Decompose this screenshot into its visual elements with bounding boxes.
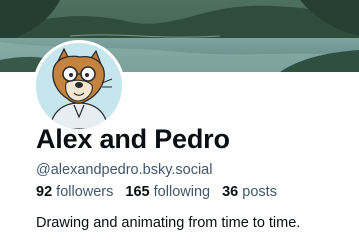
followers-count: 92: [36, 184, 53, 200]
profile-avatar[interactable]: [33, 40, 125, 132]
fox-avatar-image: [36, 43, 122, 129]
followers-label: followers: [56, 184, 114, 200]
profile-handle[interactable]: @alexandpedro.bsky.social: [36, 162, 212, 178]
profile-stats: 92 followers 165 following 36 posts: [36, 184, 277, 200]
following-stat[interactable]: 165 following: [125, 184, 210, 200]
posts-count: 36: [222, 184, 239, 200]
profile-display-name: Alex and Pedro: [36, 124, 230, 154]
posts-label: posts: [242, 184, 277, 200]
following-label: following: [153, 184, 211, 200]
posts-stat: 36 posts: [222, 184, 277, 200]
following-count: 165: [125, 184, 150, 200]
followers-stat[interactable]: 92 followers: [36, 184, 113, 200]
profile-bio: Drawing and animating from time to time.: [36, 215, 301, 231]
